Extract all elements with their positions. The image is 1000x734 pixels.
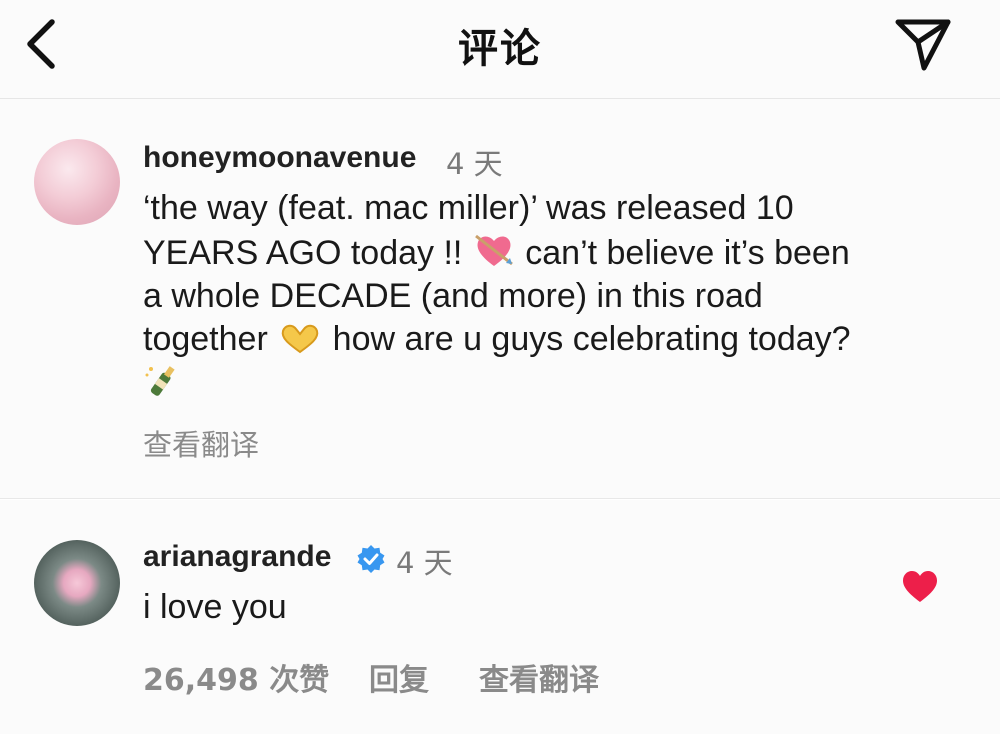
reply-username[interactable]: arianagrande <box>143 540 331 574</box>
heart-icon[interactable] <box>902 570 938 604</box>
comment-timestamp: 4 天 <box>446 147 503 181</box>
comment-text-segment: together <box>143 320 278 358</box>
avatar[interactable] <box>34 540 120 626</box>
comment-line <box>143 361 973 404</box>
like-count[interactable]: 26,498 次赞 <box>143 655 329 699</box>
comment-text-segment: how are u guys celebrating today? <box>323 320 851 358</box>
paper-plane-icon[interactable] <box>892 12 954 74</box>
champagne-icon <box>145 366 175 396</box>
see-translation-link[interactable]: 查看翻译 <box>479 655 599 699</box>
comment-honeymoonavenue: honeymoonavenue 4 天 ‘the way (feat. mac … <box>0 99 1000 499</box>
reply-text: i love you <box>143 588 287 626</box>
reply-timestamp: 4 天 <box>396 546 453 580</box>
reply-button[interactable]: 回复 <box>369 655 429 699</box>
comment-line: ‘the way (feat. mac miller)’ was release… <box>143 189 794 227</box>
comment-text-segment: YEARS AGO today !! <box>143 234 472 272</box>
comment-text: ‘the way (feat. mac miller)’ was release… <box>143 187 973 404</box>
avatar[interactable] <box>34 139 120 225</box>
comment-line: a whole DECADE (and more) in this road <box>143 277 763 315</box>
see-translation-link[interactable]: 查看翻译 <box>143 422 259 464</box>
comment-username[interactable]: honeymoonavenue <box>143 141 416 175</box>
comment-line: YEARS AGO today !! can’t believe it’s be… <box>143 230 973 275</box>
comment-text-segment: can’t believe it’s been <box>515 234 850 272</box>
heart-hands-icon <box>281 324 319 354</box>
comment-arianagrande: arianagrande 4 天 i love you 26,498 次赞 回复… <box>0 500 1000 734</box>
verified-badge-icon <box>357 545 385 573</box>
heart-with-arrow-icon <box>474 234 513 266</box>
comment-line: together how are u guys celebrating toda… <box>143 318 973 361</box>
top-bar: 评论 <box>0 0 1000 99</box>
page-title: 评论 <box>458 26 542 72</box>
